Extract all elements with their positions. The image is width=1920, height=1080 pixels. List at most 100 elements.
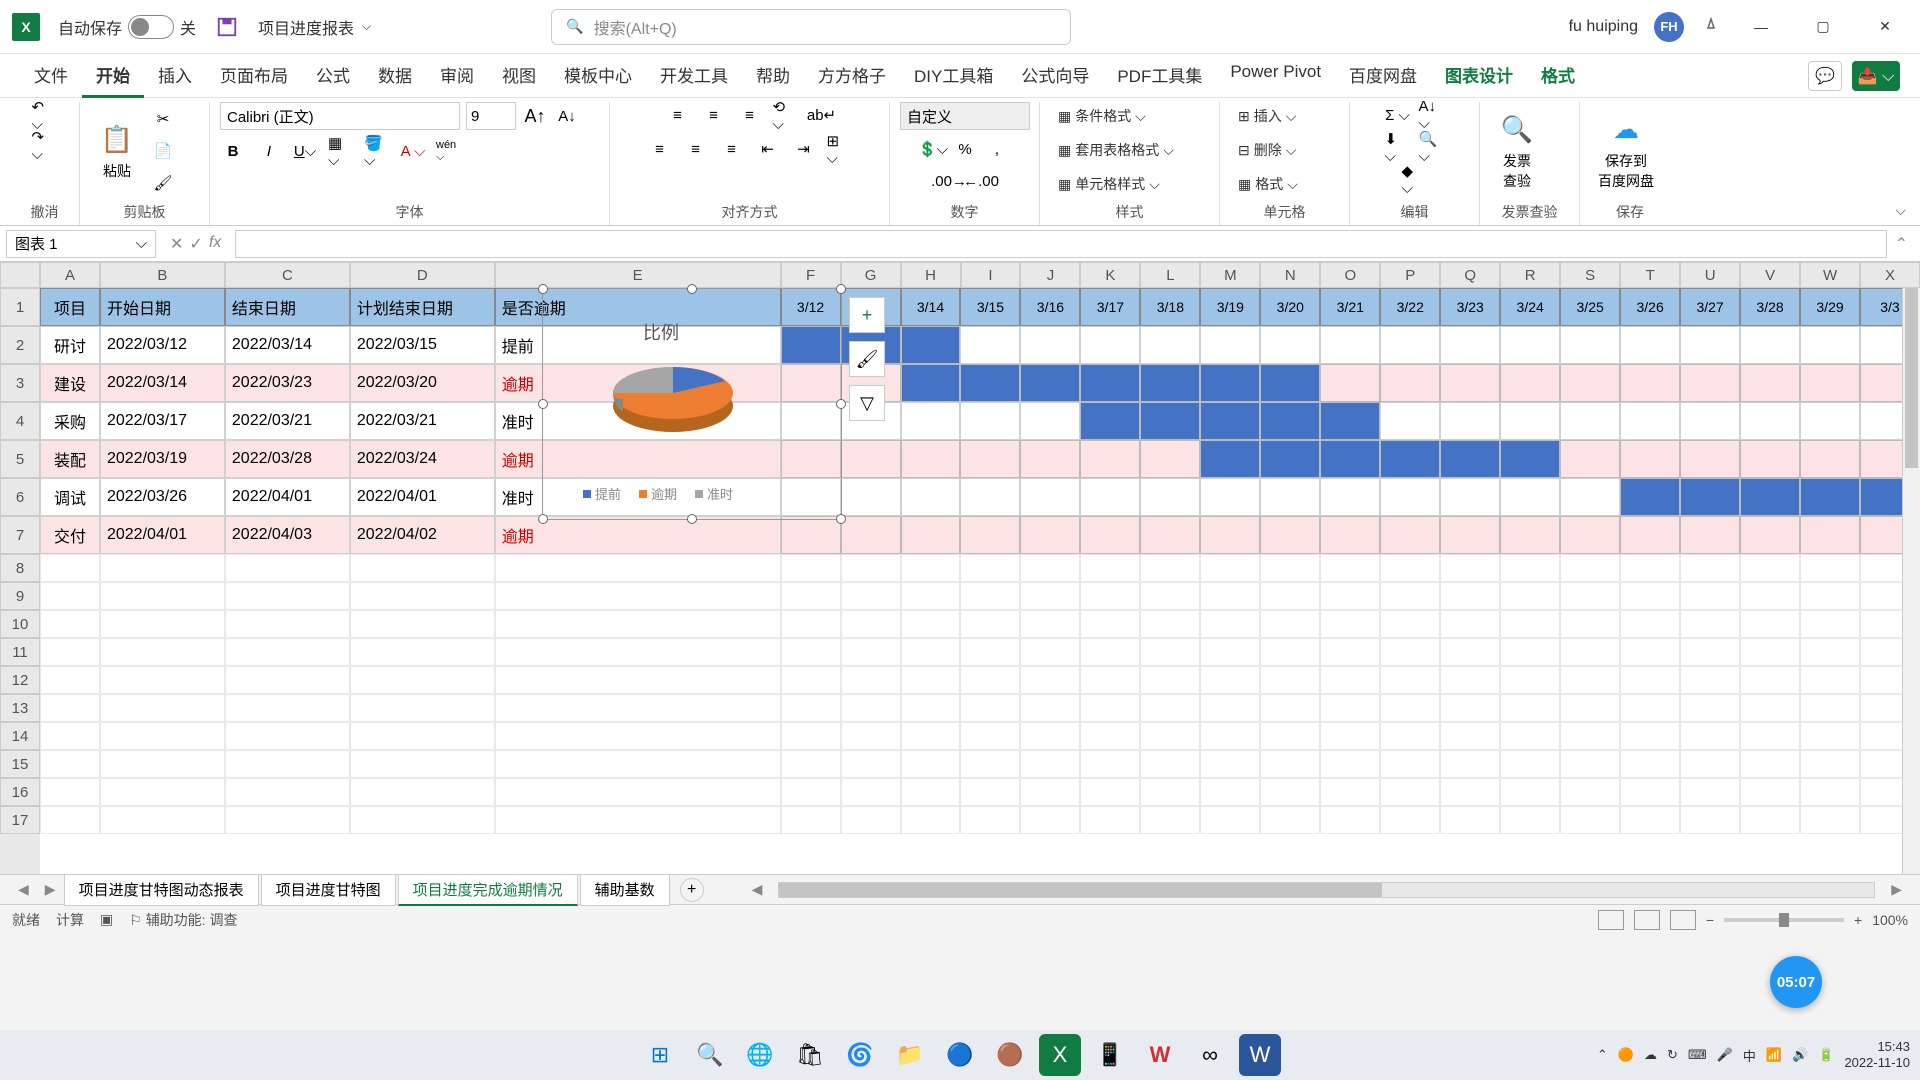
gantt-cell[interactable] xyxy=(1200,478,1260,516)
tray-keyboard-icon[interactable]: ⌨ xyxy=(1688,1047,1707,1063)
timer-overlay[interactable]: 05:07 xyxy=(1770,956,1822,1008)
empty-cell[interactable] xyxy=(1440,694,1500,722)
excel-taskbar-icon[interactable]: X xyxy=(1039,1034,1081,1076)
gantt-cell[interactable] xyxy=(1200,364,1260,402)
empty-cell[interactable] xyxy=(225,638,350,666)
empty-cell[interactable] xyxy=(1380,582,1440,610)
gantt-cell[interactable] xyxy=(960,516,1020,554)
align-middle-button[interactable]: ≡ xyxy=(701,102,727,128)
hscroll-left[interactable]: ◀ xyxy=(744,881,771,898)
row-header-12[interactable]: 12 xyxy=(0,666,40,694)
date-header[interactable]: 3/24 xyxy=(1500,288,1560,326)
row-header-8[interactable]: 8 xyxy=(0,554,40,582)
empty-cell[interactable] xyxy=(100,638,225,666)
empty-cell[interactable] xyxy=(350,610,495,638)
gantt-cell[interactable] xyxy=(1080,326,1140,364)
gantt-cell[interactable] xyxy=(1200,440,1260,478)
empty-cell[interactable] xyxy=(901,666,961,694)
empty-cell[interactable] xyxy=(1680,610,1740,638)
sheet-tab[interactable]: 项目进度甘特图动态报表 xyxy=(64,874,259,906)
row-header-6[interactable]: 6 xyxy=(0,478,40,516)
empty-cell[interactable] xyxy=(1800,666,1860,694)
empty-cell[interactable] xyxy=(781,638,841,666)
gantt-cell[interactable] xyxy=(1260,516,1320,554)
gantt-cell[interactable] xyxy=(1800,364,1860,402)
gantt-cell[interactable] xyxy=(1260,478,1320,516)
page-break-view-button[interactable] xyxy=(1670,910,1696,930)
gantt-cell[interactable] xyxy=(1200,516,1260,554)
menu-tab-审阅[interactable]: 审阅 xyxy=(426,54,488,98)
empty-cell[interactable] xyxy=(1440,806,1500,834)
search-taskbar-button[interactable]: 🔍 xyxy=(689,1034,731,1076)
menu-tab-公式向导[interactable]: 公式向导 xyxy=(1007,54,1103,98)
empty-cell[interactable] xyxy=(40,694,100,722)
empty-cell[interactable] xyxy=(1800,582,1860,610)
empty-cell[interactable] xyxy=(1020,582,1080,610)
enter-formula-button[interactable]: ✓ xyxy=(189,234,202,254)
gantt-cell[interactable] xyxy=(1140,326,1200,364)
menu-tab-Power Pivot[interactable]: Power Pivot xyxy=(1216,54,1335,98)
empty-cell[interactable] xyxy=(1620,666,1680,694)
gantt-cell[interactable] xyxy=(1440,364,1500,402)
empty-cell[interactable] xyxy=(1080,722,1140,750)
empty-cell[interactable] xyxy=(1320,694,1380,722)
table-cell[interactable]: 2022/03/20 xyxy=(350,364,495,402)
sheet-nav-prev[interactable]: ◀ xyxy=(10,881,37,898)
gantt-cell[interactable] xyxy=(1800,326,1860,364)
gantt-cell[interactable] xyxy=(1260,402,1320,440)
empty-cell[interactable] xyxy=(1320,610,1380,638)
gantt-cell[interactable] xyxy=(1080,440,1140,478)
empty-cell[interactable] xyxy=(1560,778,1620,806)
empty-cell[interactable] xyxy=(1140,722,1200,750)
empty-cell[interactable] xyxy=(1260,666,1320,694)
empty-cell[interactable] xyxy=(1500,666,1560,694)
empty-cell[interactable] xyxy=(1080,582,1140,610)
empty-cell[interactable] xyxy=(960,554,1020,582)
start-button[interactable]: ⊞ xyxy=(639,1034,681,1076)
empty-cell[interactable] xyxy=(495,806,781,834)
comments-button[interactable]: 💬 xyxy=(1808,61,1842,91)
gantt-cell[interactable] xyxy=(1020,402,1080,440)
gantt-cell[interactable] xyxy=(1020,516,1080,554)
table-cell[interactable]: 2022/03/21 xyxy=(350,402,495,440)
empty-cell[interactable] xyxy=(841,750,901,778)
empty-cell[interactable] xyxy=(901,806,961,834)
empty-cell[interactable] xyxy=(781,554,841,582)
col-header-U[interactable]: U xyxy=(1680,262,1740,288)
empty-cell[interactable] xyxy=(901,638,961,666)
empty-cell[interactable] xyxy=(841,610,901,638)
phonetic-button[interactable]: wén ⌵ xyxy=(436,138,462,164)
empty-cell[interactable] xyxy=(1560,666,1620,694)
empty-cell[interactable] xyxy=(225,554,350,582)
menu-tab-开始[interactable]: 开始 xyxy=(82,54,144,98)
table-cell[interactable]: 2022/03/26 xyxy=(100,478,225,516)
insert-cells-button[interactable]: ⊞ 插入 ⌵ xyxy=(1230,102,1304,130)
empty-cell[interactable] xyxy=(901,610,961,638)
gantt-cell[interactable] xyxy=(960,402,1020,440)
gantt-cell[interactable] xyxy=(1020,478,1080,516)
empty-cell[interactable] xyxy=(1620,750,1680,778)
mic-icon[interactable] xyxy=(1700,16,1722,38)
zoom-level[interactable]: 100% xyxy=(1872,912,1908,928)
gantt-cell[interactable] xyxy=(1380,516,1440,554)
empty-cell[interactable] xyxy=(781,694,841,722)
gantt-cell[interactable] xyxy=(1380,402,1440,440)
empty-cell[interactable] xyxy=(225,694,350,722)
empty-cell[interactable] xyxy=(100,554,225,582)
date-header[interactable]: 3/17 xyxy=(1080,288,1140,326)
currency-button[interactable]: 💲⌵ xyxy=(920,136,946,162)
empty-cell[interactable] xyxy=(1080,638,1140,666)
word-icon[interactable]: W xyxy=(1239,1034,1281,1076)
empty-cell[interactable] xyxy=(1440,750,1500,778)
empty-cell[interactable] xyxy=(1560,722,1620,750)
sheet-nav-next[interactable]: ▶ xyxy=(37,881,64,898)
empty-cell[interactable] xyxy=(1200,694,1260,722)
cancel-formula-button[interactable]: ✕ xyxy=(170,234,183,254)
empty-cell[interactable] xyxy=(1380,666,1440,694)
table-cell[interactable]: 采购 xyxy=(40,402,100,440)
normal-view-button[interactable] xyxy=(1598,910,1624,930)
gantt-cell[interactable] xyxy=(1620,402,1680,440)
border-button[interactable]: ▦ ⌵ xyxy=(328,138,354,164)
tray-icon-2[interactable]: ☁ xyxy=(1644,1047,1657,1063)
gantt-cell[interactable] xyxy=(1320,478,1380,516)
